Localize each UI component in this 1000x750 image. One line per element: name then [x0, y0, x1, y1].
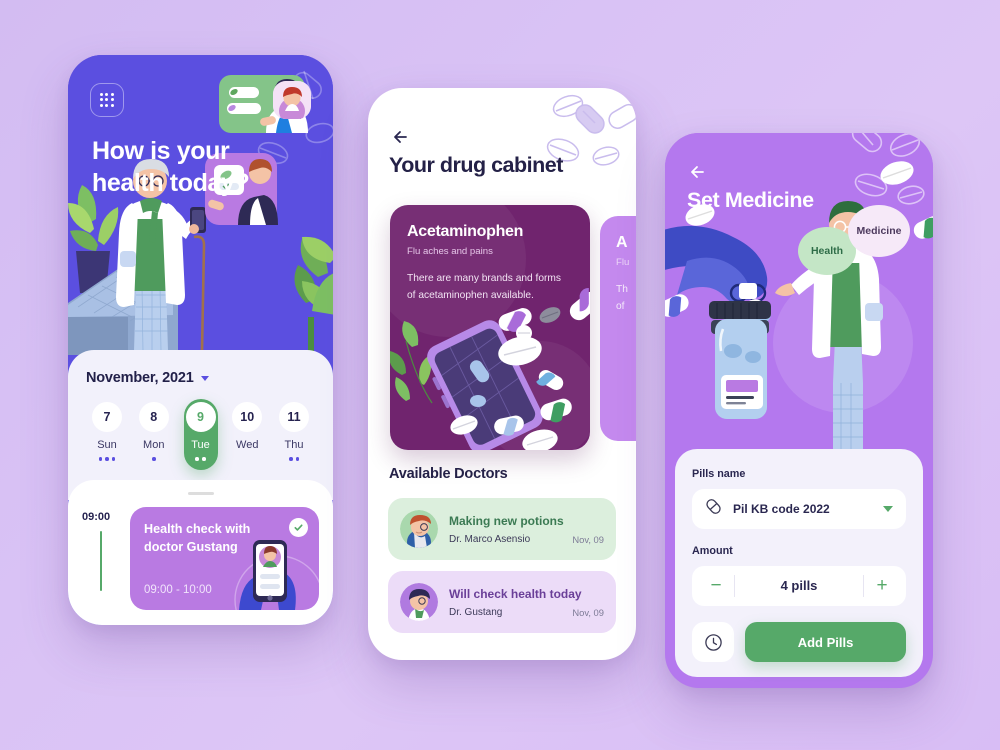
calendar-days[interactable]: 7 Sun 8 Mon 9 Tue 10 Wed 11 Thu — [86, 399, 315, 470]
drug-description-next: Th of — [616, 282, 636, 316]
calendar-day-number: 9 — [185, 402, 216, 432]
doctor-list-item[interactable]: Making new potions Dr. Marco Asensio Nov… — [388, 498, 616, 560]
doctor-name: Dr. Marco Asensio — [449, 533, 531, 545]
doctor-date: Nov, 09 — [572, 533, 604, 545]
phone-screen-drug-cabinet: Your drug cabinet Acetaminophen Flu ache… — [368, 88, 636, 660]
calendar-day-label: Wed — [236, 439, 259, 451]
calendar-month-label: November, 2021 — [86, 370, 194, 386]
calendar-day-label: Thu — [284, 439, 304, 451]
set-medicine-hero: Set Medicine Health Medicine — [665, 133, 933, 463]
drug-name-next: A — [616, 234, 628, 251]
appointment-card[interactable]: Health check with doctor Gustang 09:00 -… — [130, 507, 319, 610]
section-title-available-doctors: Available Doctors — [389, 466, 508, 482]
calendar-day-number: 10 — [232, 402, 263, 432]
drug-description-next-line2: of — [616, 300, 625, 312]
add-pills-button[interactable]: Add Pills — [745, 622, 906, 662]
doctor-date: Nov, 09 — [572, 606, 604, 618]
calendar-day-wed[interactable]: 10 Wed — [230, 402, 264, 470]
arrow-left-icon[interactable] — [687, 161, 709, 183]
appointment-illustration — [234, 540, 319, 610]
doctor-avatar-marco — [400, 510, 438, 548]
amount-label: Amount — [692, 545, 733, 557]
pills-name-label: Pills name — [692, 468, 746, 480]
phone-screen-home: How is your health today? November, 2021… — [68, 55, 333, 625]
drug-card-primary[interactable]: Acetaminophen Flu aches and pains There … — [390, 205, 590, 450]
doctor-avatar-gustang — [400, 583, 438, 621]
calendar-day-number: 7 — [92, 402, 122, 432]
grid-menu-icon[interactable] — [90, 83, 124, 117]
calendar-day-mon[interactable]: 8 Mon — [137, 402, 171, 470]
calendar-day-thu[interactable]: 11 Thu — [277, 402, 311, 470]
doctor-list-item[interactable]: Will check health today Dr. Gustang Nov,… — [388, 571, 616, 633]
drug-description-line1: There are many brands and forms — [407, 273, 562, 284]
drug-subtitle: Flu aches and pains — [407, 246, 493, 257]
page-title: Set Medicine — [687, 188, 814, 212]
drug-description: There are many brands and forms of aceta… — [407, 271, 573, 305]
doctor-name: Dr. Gustang — [449, 606, 503, 618]
calendar-header[interactable]: November, 2021 — [86, 370, 315, 386]
clock-icon — [704, 633, 722, 651]
home-hero: How is your health today? — [68, 55, 333, 355]
clock-icon-button[interactable] — [692, 622, 734, 662]
pills-name-select[interactable]: Pil KB code 2022 — [692, 489, 906, 529]
user-avatar[interactable] — [273, 81, 311, 119]
calendar-day-label: Tue — [191, 439, 210, 451]
calendar-day-sun[interactable]: 7 Sun — [90, 402, 124, 470]
doctor-title: Making new potions — [449, 513, 564, 528]
sheet-grabber[interactable] — [187, 492, 214, 495]
schedule-timeline-bar — [99, 531, 103, 591]
chevron-down-icon[interactable] — [200, 375, 209, 381]
tag-bubble-medicine[interactable]: Medicine — [848, 205, 910, 257]
appointment-time-range: 09:00 - 10:00 — [144, 584, 212, 596]
drug-name: Acetaminophen — [407, 223, 524, 240]
capsule-icon — [705, 498, 722, 520]
drug-description-next-line1: Th — [616, 284, 628, 295]
pills-name-value: Pil KB code 2022 — [733, 502, 830, 516]
schedule-time-label: 09:00 — [82, 511, 111, 523]
calendar-day-label: Mon — [143, 439, 165, 451]
drug-subtitle-next: Flu — [616, 257, 630, 268]
calendar-day-dots — [98, 457, 116, 462]
calendar-day-dots — [151, 457, 156, 462]
calendar-day-number: 8 — [138, 402, 169, 432]
arrow-left-icon[interactable] — [390, 126, 412, 148]
drug-card-next[interactable]: A Flu Th of — [600, 216, 636, 441]
calendar-day-number: 11 — [279, 402, 309, 432]
page-title-line2: health today? — [92, 169, 250, 197]
calendar-day-dots — [288, 457, 300, 462]
schedule-time-column: 09:00 — [82, 507, 120, 610]
set-medicine-form: Pills name Pil KB code 2022 Amount − 4 p… — [675, 449, 923, 677]
page-title: Your drug cabinet — [389, 153, 563, 177]
calendar-day-label: Sun — [97, 439, 117, 451]
increment-button[interactable]: + — [864, 566, 900, 606]
drug-card-illustration — [390, 205, 590, 450]
page-title: How is your health today? — [92, 135, 250, 199]
decrement-button[interactable]: − — [698, 566, 734, 606]
phone-screen-set-medicine: Set Medicine Health Medicine Pills name … — [665, 133, 933, 688]
calendar-panel: November, 2021 7 Sun 8 Mon 9 Tue 10 Wed 11 Thu — [68, 350, 333, 500]
amount-value: 4 pills — [734, 575, 864, 597]
schedule-panel: 09:00 Health check with doctor Gustang 0… — [68, 480, 333, 625]
doctor-title: Will check health today — [449, 586, 582, 601]
chevron-down-icon[interactable] — [883, 506, 893, 512]
drug-description-line2: of acetaminophen available. — [407, 289, 534, 301]
page-title-line1: How is your — [92, 137, 230, 165]
calendar-day-tue[interactable]: 9 Tue — [183, 399, 218, 470]
calendar-day-dots — [195, 457, 206, 462]
check-circle-icon[interactable] — [289, 518, 308, 537]
amount-stepper[interactable]: − 4 pills + — [692, 566, 906, 606]
